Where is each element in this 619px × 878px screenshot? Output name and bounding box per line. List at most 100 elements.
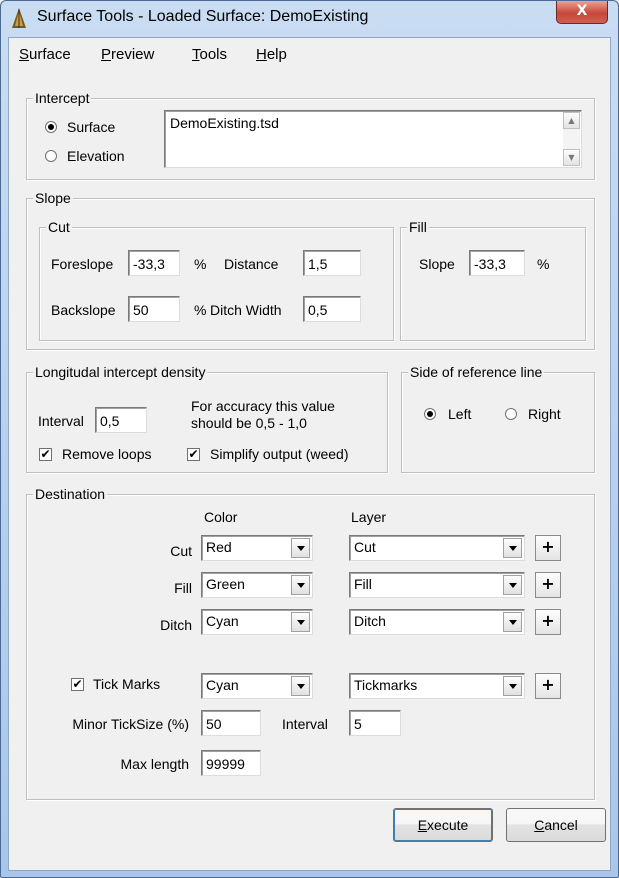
tick-layer-value: Tickmarks — [354, 677, 418, 693]
accuracy-hint-line2: should be 0,5 - 1,0 — [191, 415, 307, 431]
cancel-label: ancel — [544, 817, 578, 833]
fill-layer-value: Fill — [354, 576, 372, 592]
vertical-scrollbar[interactable]: ▲ ▼ — [563, 112, 580, 166]
menu-surface[interactable]: Surface — [19, 46, 71, 63]
fill-slope-input[interactable]: -33,3 — [469, 250, 525, 276]
tick-marks-label[interactable]: Tick Marks — [93, 675, 160, 693]
chevron-down-icon[interactable] — [503, 676, 522, 696]
cancel-button[interactable]: Cancel — [506, 808, 606, 842]
surface-file-textbox[interactable]: DemoExisting.tsd ▲ ▼ — [164, 110, 582, 168]
minor-ticksize-label: Minor TickSize (%) — [72, 716, 189, 732]
tick-add-layer-button[interactable]: + — [535, 673, 561, 699]
cut-group: Cut Foreslope -33,3 % Distance 1,5 Backs… — [39, 219, 394, 341]
tick-color-select[interactable]: Cyan — [201, 673, 313, 699]
ditch-width-label: Ditch Width — [210, 302, 282, 318]
chevron-down-icon[interactable] — [291, 612, 310, 632]
execute-button[interactable]: Execute — [393, 808, 493, 842]
fill-layer-select[interactable]: Fill — [349, 572, 525, 598]
menu-tools[interactable]: Tools — [192, 46, 227, 63]
backslope-unit: % — [194, 302, 207, 318]
backslope-label: Backslope — [51, 302, 116, 318]
ditch-width-input[interactable]: 0,5 — [303, 296, 361, 322]
fill-slope-unit: % — [537, 256, 550, 272]
chevron-down-icon[interactable] — [503, 612, 522, 632]
menu-help[interactable]: Help — [256, 46, 287, 63]
chevron-down-icon[interactable] — [291, 676, 310, 696]
density-legend: Longitudal intercept density — [33, 364, 208, 380]
interval-input[interactable]: 0,5 — [95, 407, 147, 433]
tick-interval-label: Interval — [282, 716, 328, 732]
interval-label: Interval — [38, 413, 84, 429]
title-bar[interactable]: Surface Tools - Loaded Surface: DemoExis… — [1, 1, 618, 35]
cut-row-label: Cut — [170, 543, 192, 559]
tick-interval-input[interactable]: 5 — [349, 710, 401, 736]
surface-tools-window: Surface Tools - Loaded Surface: DemoExis… — [0, 0, 619, 878]
simplify-output-checkbox[interactable]: ✔ — [187, 448, 200, 461]
cancel-accel: C — [534, 817, 545, 833]
side-group: Side of reference line Left Right — [401, 364, 595, 473]
ditch-color-value: Cyan — [206, 613, 239, 629]
backslope-input[interactable]: 50 — [128, 296, 180, 322]
intercept-legend: Intercept — [33, 90, 92, 106]
foreslope-input[interactable]: -33,3 — [128, 250, 180, 276]
slope-legend: Slope — [33, 190, 73, 206]
execute-label: xecute — [427, 817, 469, 833]
color-column-header: Color — [204, 509, 238, 525]
distance-label: Distance — [224, 256, 279, 272]
destination-legend: Destination — [33, 486, 108, 502]
distance-input[interactable]: 1,5 — [303, 250, 361, 276]
app-icon — [12, 8, 26, 28]
left-radio[interactable] — [424, 408, 436, 420]
fill-row-label: Fill — [174, 580, 192, 596]
execute-accel: E — [417, 817, 428, 833]
destination-group: Destination Color Layer Cut Red Cut + Fi… — [26, 486, 595, 800]
surface-radio-label[interactable]: Surface — [67, 118, 115, 136]
remove-loops-checkbox[interactable]: ✔ — [39, 448, 52, 461]
close-button[interactable]: X — [556, 1, 608, 24]
fill-add-layer-button[interactable]: + — [535, 572, 561, 598]
elevation-radio-label[interactable]: Elevation — [67, 147, 125, 165]
slope-group: Slope Cut Foreslope -33,3 % Distance 1,5… — [26, 190, 595, 350]
cut-legend: Cut — [46, 219, 72, 235]
ditch-row-label: Ditch — [160, 617, 192, 633]
minor-ticksize-input[interactable]: 50 — [201, 710, 261, 736]
side-legend: Side of reference line — [408, 364, 545, 380]
ditch-layer-select[interactable]: Ditch — [349, 609, 525, 635]
scroll-up-icon[interactable]: ▲ — [563, 112, 580, 129]
tick-layer-select[interactable]: Tickmarks — [349, 673, 525, 699]
tick-color-value: Cyan — [206, 677, 239, 693]
max-length-input[interactable]: 99999 — [201, 750, 261, 776]
chevron-down-icon[interactable] — [291, 575, 310, 595]
ditch-add-layer-button[interactable]: + — [535, 609, 561, 635]
foreslope-unit: % — [194, 256, 207, 272]
elevation-radio[interactable] — [45, 150, 57, 162]
surface-radio[interactable] — [45, 121, 57, 133]
left-radio-label[interactable]: Left — [448, 405, 471, 423]
cut-color-select[interactable]: Red — [201, 535, 313, 561]
fill-group: Fill Slope -33,3 % — [400, 219, 586, 341]
simplify-output-label[interactable]: Simplify output (weed) — [210, 445, 349, 463]
right-radio-label[interactable]: Right — [528, 405, 561, 423]
layer-column-header: Layer — [351, 509, 387, 525]
tick-marks-checkbox[interactable]: ✔ — [71, 678, 84, 691]
accuracy-hint-line1: For accuracy this value — [191, 398, 335, 414]
intercept-group: Intercept Surface Elevation DemoExisting… — [26, 90, 595, 180]
scroll-down-icon[interactable]: ▼ — [563, 149, 580, 166]
density-group: Longitudal intercept density Interval 0,… — [26, 364, 388, 473]
cut-layer-select[interactable]: Cut — [349, 535, 525, 561]
fill-color-select[interactable]: Green — [201, 572, 313, 598]
fill-legend: Fill — [407, 219, 429, 235]
ditch-layer-value: Ditch — [354, 613, 386, 629]
fill-color-value: Green — [206, 576, 245, 592]
cut-add-layer-button[interactable]: + — [535, 535, 561, 561]
chevron-down-icon[interactable] — [503, 575, 522, 595]
fill-slope-label: Slope — [419, 256, 455, 272]
remove-loops-label[interactable]: Remove loops — [62, 445, 152, 463]
chevron-down-icon[interactable] — [291, 538, 310, 558]
right-radio[interactable] — [505, 408, 517, 420]
ditch-color-select[interactable]: Cyan — [201, 609, 313, 635]
menu-bar: Surface Preview Tools Help — [9, 38, 610, 68]
chevron-down-icon[interactable] — [503, 538, 522, 558]
menu-preview[interactable]: Preview — [101, 46, 154, 63]
max-length-label: Max length — [120, 756, 189, 772]
